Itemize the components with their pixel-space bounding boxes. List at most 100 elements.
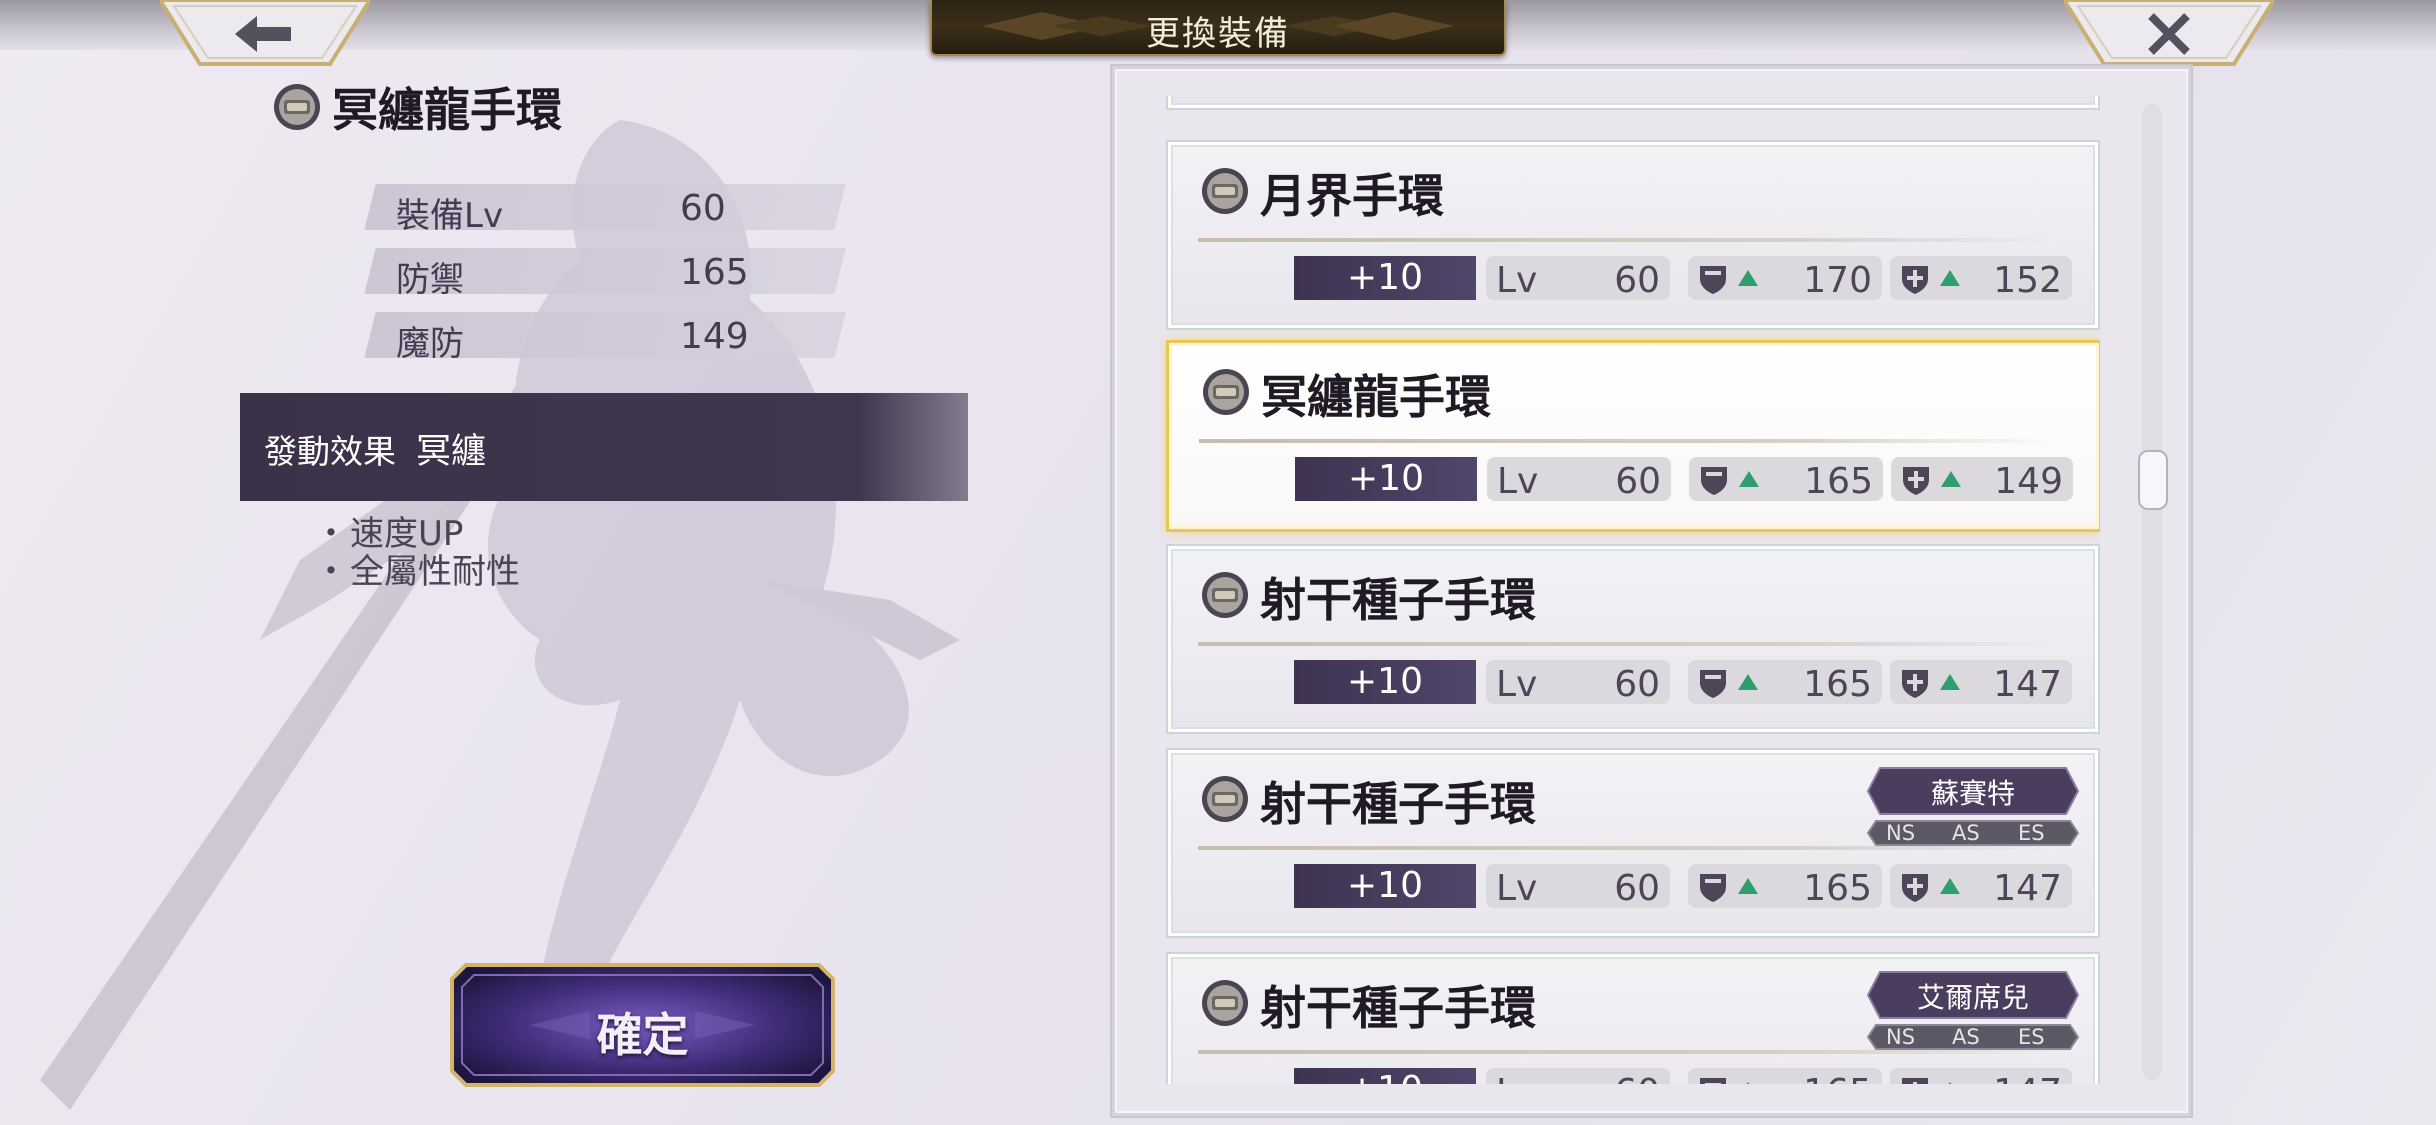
bracelet-ring-icon bbox=[1203, 369, 1249, 415]
list-item-selected[interactable]: 冥纏龍手環 +10 Lv 60 165 149 bbox=[1166, 340, 2100, 532]
skill-slots: NS AS ES bbox=[1866, 820, 2080, 846]
scrollbar-thumb[interactable] bbox=[2138, 450, 2168, 510]
arrow-left-icon bbox=[235, 16, 291, 52]
effect-label: 發動效果 bbox=[264, 432, 396, 471]
effect-item: 速度UP bbox=[314, 515, 520, 553]
stat-up-icon bbox=[1940, 1082, 1960, 1084]
stat-up-icon bbox=[1940, 878, 1960, 894]
defense-pill: 165 bbox=[1688, 864, 1882, 909]
magic-defense-shield-icon bbox=[1902, 874, 1928, 902]
level-pill: Lv 60 bbox=[1486, 1068, 1670, 1084]
level-label: Lv bbox=[1496, 260, 1538, 301]
enhance-level: +10 bbox=[1294, 864, 1476, 908]
stat-label: 防禦 bbox=[396, 260, 464, 300]
selected-item-name: 冥纏龍手環 bbox=[332, 83, 562, 137]
defense-shield-icon bbox=[1700, 670, 1726, 698]
divider bbox=[1198, 1050, 2056, 1054]
item-name: 月界手環 bbox=[1260, 169, 1444, 223]
magic-defense-shield-icon bbox=[1903, 467, 1929, 495]
enhance-level: +10 bbox=[1295, 457, 1477, 501]
level-label: Lv bbox=[1497, 461, 1539, 502]
selected-item-header: 冥纏龍手環 bbox=[272, 74, 562, 140]
item-name: 冥纏龍手環 bbox=[1261, 370, 1491, 424]
divider bbox=[1198, 238, 2056, 242]
list-item[interactable]: 射干種子手環 艾爾席兒 NS AS ES +10 Lv 60 165 147 bbox=[1166, 952, 2100, 1084]
stat-up-icon bbox=[1940, 270, 1960, 286]
confirm-button[interactable]: 確定 bbox=[450, 963, 835, 1087]
defense-shield-icon bbox=[1701, 467, 1727, 495]
enhance-level: +10 bbox=[1294, 256, 1476, 300]
slot-as: AS bbox=[1952, 821, 1980, 845]
effect-list: 速度UP 全屬性耐性 bbox=[314, 515, 520, 591]
slot-es: ES bbox=[2018, 1025, 2045, 1049]
divider bbox=[1198, 846, 2056, 850]
confirm-label: 確定 bbox=[596, 1008, 689, 1062]
bracelet-ring-icon bbox=[1202, 776, 1248, 822]
level-value: 60 bbox=[1614, 1072, 1660, 1084]
level-pill: Lv 60 bbox=[1486, 864, 1670, 909]
slot-as: AS bbox=[1952, 1025, 1980, 1049]
back-button[interactable] bbox=[160, 0, 370, 68]
magic-defense-pill: 147 bbox=[1890, 1068, 2072, 1084]
defense-value: 165 bbox=[1803, 1072, 1872, 1084]
magic-defense-shield-icon bbox=[1902, 1078, 1928, 1084]
list-item[interactable]: 射干種子手環 +10 Lv 60 165 147 bbox=[1166, 544, 2100, 734]
level-label: Lv bbox=[1496, 868, 1538, 909]
defense-value: 165 bbox=[1804, 461, 1873, 502]
bracelet-ring-icon bbox=[274, 84, 320, 130]
magic-defense-shield-icon bbox=[1902, 670, 1928, 698]
stat-value: 60 bbox=[680, 188, 726, 229]
level-pill: Lv 60 bbox=[1486, 660, 1670, 705]
list-item[interactable]: 月界手環 +10 Lv 60 170 152 bbox=[1166, 140, 2100, 330]
level-label: Lv bbox=[1496, 1072, 1537, 1084]
list-item-partial[interactable] bbox=[1166, 96, 2100, 110]
level-value: 60 bbox=[1614, 868, 1660, 909]
magic-defense-shield-icon bbox=[1902, 266, 1928, 294]
slot-es: ES bbox=[2018, 821, 2045, 845]
defense-shield-icon bbox=[1700, 1078, 1726, 1084]
enhance-level: +10 bbox=[1294, 660, 1476, 704]
divider bbox=[1198, 642, 2056, 646]
magic-defense-value: 147 bbox=[1993, 868, 2062, 909]
magic-defense-value: 152 bbox=[1993, 260, 2062, 301]
title-plate: 更換裝備 bbox=[930, 0, 1506, 56]
magic-defense-pill: 149 bbox=[1891, 457, 2073, 502]
defense-pill: 165 bbox=[1688, 660, 1882, 705]
stat-value: 149 bbox=[680, 316, 749, 357]
equipped-by-badge: 蘇賽特 bbox=[1866, 766, 2080, 816]
defense-pill: 170 bbox=[1688, 256, 1882, 301]
stat-up-icon bbox=[1738, 674, 1758, 690]
bracelet-ring-icon bbox=[1202, 572, 1248, 618]
effect-bar: 發動效果 冥纏 bbox=[240, 393, 968, 501]
effect-item: 全屬性耐性 bbox=[314, 553, 520, 591]
magic-defense-value: 147 bbox=[1993, 1072, 2062, 1084]
stat-up-icon bbox=[1738, 878, 1758, 894]
defense-value: 165 bbox=[1803, 664, 1872, 705]
stat-row-magic-defense: 魔防 149 bbox=[364, 312, 846, 364]
magic-defense-value: 147 bbox=[1993, 664, 2062, 705]
owner-name: 艾爾席兒 bbox=[1916, 981, 2029, 1014]
skill-slots: NS AS ES bbox=[1866, 1024, 2080, 1050]
defense-value: 165 bbox=[1803, 868, 1872, 909]
stat-row-defense: 防禦 165 bbox=[364, 248, 846, 300]
level-value: 60 bbox=[1614, 260, 1660, 301]
defense-value: 170 bbox=[1803, 260, 1872, 301]
stat-up-icon bbox=[1739, 471, 1759, 487]
level-value: 60 bbox=[1614, 664, 1660, 705]
stat-label: 魔防 bbox=[396, 324, 464, 364]
magic-defense-value: 149 bbox=[1994, 461, 2063, 502]
stat-up-icon bbox=[1940, 674, 1960, 690]
defense-shield-icon bbox=[1700, 266, 1726, 294]
level-label: Lv bbox=[1496, 664, 1538, 705]
level-pill: Lv 60 bbox=[1487, 457, 1671, 502]
stat-up-icon bbox=[1738, 270, 1758, 286]
page-title: 更換裝備 bbox=[1146, 14, 1290, 54]
stat-up-icon bbox=[1941, 471, 1961, 487]
magic-defense-pill: 152 bbox=[1890, 256, 2072, 301]
item-name: 射干種子手環 bbox=[1260, 573, 1536, 627]
close-button[interactable] bbox=[2064, 0, 2274, 68]
level-value: 60 bbox=[1615, 461, 1661, 502]
list-item[interactable]: 射干種子手環 蘇賽特 NS AS ES +10 Lv 60 165 147 bbox=[1166, 748, 2100, 938]
equipment-list[interactable]: 月界手環 +10 Lv 60 170 152 冥纏龍手環 +10 Lv 60 1… bbox=[1160, 96, 2100, 1084]
list-scrollbar[interactable] bbox=[2142, 104, 2162, 1080]
